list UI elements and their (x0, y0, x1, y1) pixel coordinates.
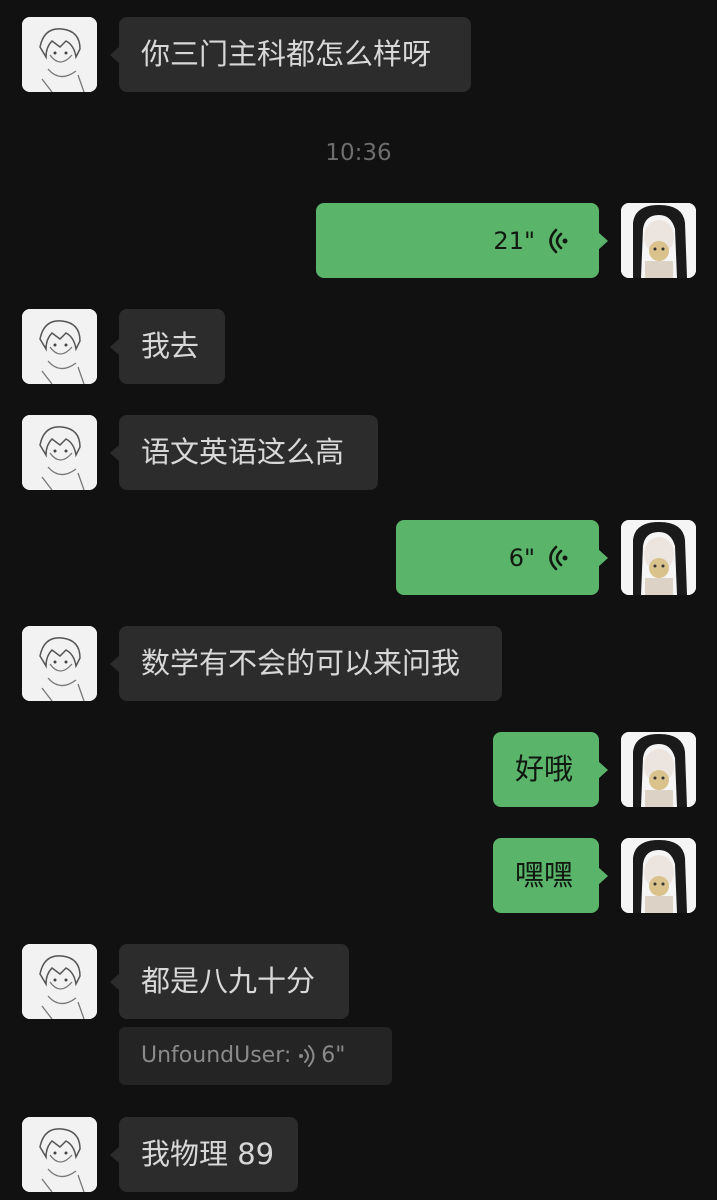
message-text: 好哦 (515, 752, 574, 786)
message-text: 语文英语这么高 (141, 435, 345, 469)
my-avatar[interactable] (621, 732, 696, 807)
quoted-voice-message[interactable]: UnfoundUser: 6" (119, 1027, 392, 1085)
chat-area[interactable]: 你三门主科都怎么样呀 10:36 21" 我去 语文英语这么高 6" 数学有不会… (0, 0, 717, 1200)
quote-duration: 6" (321, 1043, 346, 1068)
message-bubble-incoming[interactable]: 语文英语这么高 (110, 415, 378, 490)
quote-separator: : (283, 1043, 292, 1068)
message-text: 嘿嘿 (515, 858, 574, 892)
message-text: 数学有不会的可以来问我 (141, 646, 461, 680)
voice-wave-icon (297, 1044, 315, 1068)
contact-avatar[interactable] (22, 309, 97, 384)
timestamp: 10:36 (325, 140, 392, 166)
voice-wave-icon (545, 226, 569, 256)
contact-avatar[interactable] (22, 944, 97, 1019)
contact-avatar[interactable] (22, 17, 97, 92)
quote-sender: UnfoundUser (141, 1043, 284, 1068)
message-bubble-incoming[interactable]: 数学有不会的可以来问我 (110, 626, 502, 701)
contact-avatar[interactable] (22, 415, 97, 490)
message-bubble-incoming[interactable]: 都是八九十分 (110, 944, 349, 1019)
message-text: 我物理 89 (141, 1137, 275, 1171)
my-avatar[interactable] (621, 838, 696, 913)
contact-avatar[interactable] (22, 626, 97, 701)
message-text: 你三门主科都怎么样呀 (141, 37, 432, 71)
my-avatar[interactable] (621, 203, 696, 278)
voice-wave-icon (545, 543, 569, 573)
voice-duration: 21" (493, 226, 535, 255)
my-avatar[interactable] (621, 520, 696, 595)
message-text: 都是八九十分 (141, 964, 316, 998)
message-bubble-incoming[interactable]: 我去 (110, 309, 225, 384)
message-bubble-outgoing[interactable]: 好哦 (493, 732, 608, 807)
message-bubble-incoming[interactable]: 你三门主科都怎么样呀 (110, 17, 471, 92)
message-text: 我去 (141, 329, 200, 363)
contact-avatar[interactable] (22, 1117, 97, 1192)
voice-message-bubble[interactable]: 6" (396, 520, 608, 595)
message-bubble-outgoing[interactable]: 嘿嘿 (493, 838, 608, 913)
voice-duration: 6" (508, 543, 535, 572)
message-bubble-incoming[interactable]: 我物理 89 (110, 1117, 298, 1192)
voice-message-bubble[interactable]: 21" (316, 203, 608, 278)
